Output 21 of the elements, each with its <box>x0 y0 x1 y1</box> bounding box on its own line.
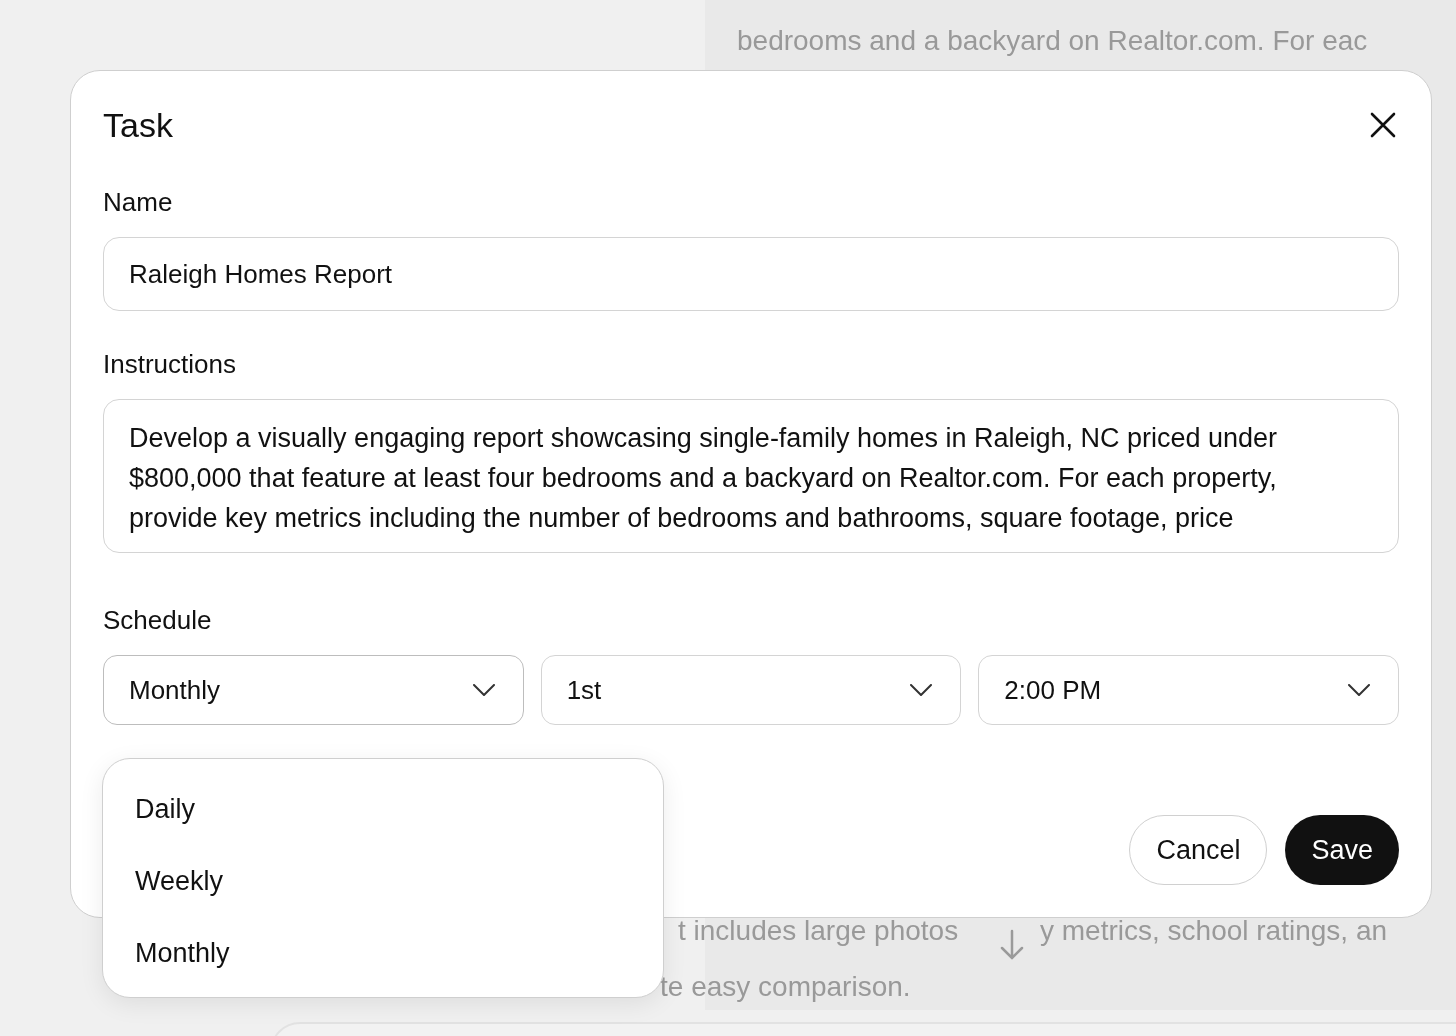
background-text: te easy comparison. <box>660 970 911 1004</box>
instructions-field[interactable]: Develop a visually engaging report showcasing single-family homes in Raleigh, NC priced under $800,000 that feature at least four bedrooms and a backyard on Realtor.com. For each property, provide key metrics including the number of bedrooms and bathrooms, square footage, price <box>103 399 1399 553</box>
menu-item[interactable]: Daily <box>103 773 663 845</box>
field-label: Schedule <box>103 605 213 635</box>
schedule-dropdown[interactable]: 1st <box>540 655 962 725</box>
chevron-down-icon <box>472 684 495 696</box>
schedule-dropdown[interactable]: Monthly <box>103 655 524 725</box>
field-label: Instructions <box>103 349 237 379</box>
name-field[interactable]: Raleigh Homes Report <box>103 237 1399 311</box>
chevron-down-icon <box>910 684 933 696</box>
dialog-title: Task <box>103 105 173 145</box>
menu-item[interactable]: Weekly <box>103 845 663 917</box>
background-text: bedrooms and a backyard on Realtor.com. For eac <box>737 24 1368 58</box>
cancel-button[interactable]: Cancel <box>1129 815 1268 885</box>
close-icon[interactable] <box>1370 112 1396 138</box>
schedule-dropdown[interactable]: 2:00 PM <box>978 655 1399 725</box>
chevron-down-icon <box>1348 684 1370 696</box>
background-text: y metrics, school ratings, an <box>1040 914 1388 948</box>
background-text: t includes large photos <box>678 914 959 948</box>
field-label: Name <box>103 187 174 217</box>
save-button[interactable]: Save <box>1285 815 1399 885</box>
